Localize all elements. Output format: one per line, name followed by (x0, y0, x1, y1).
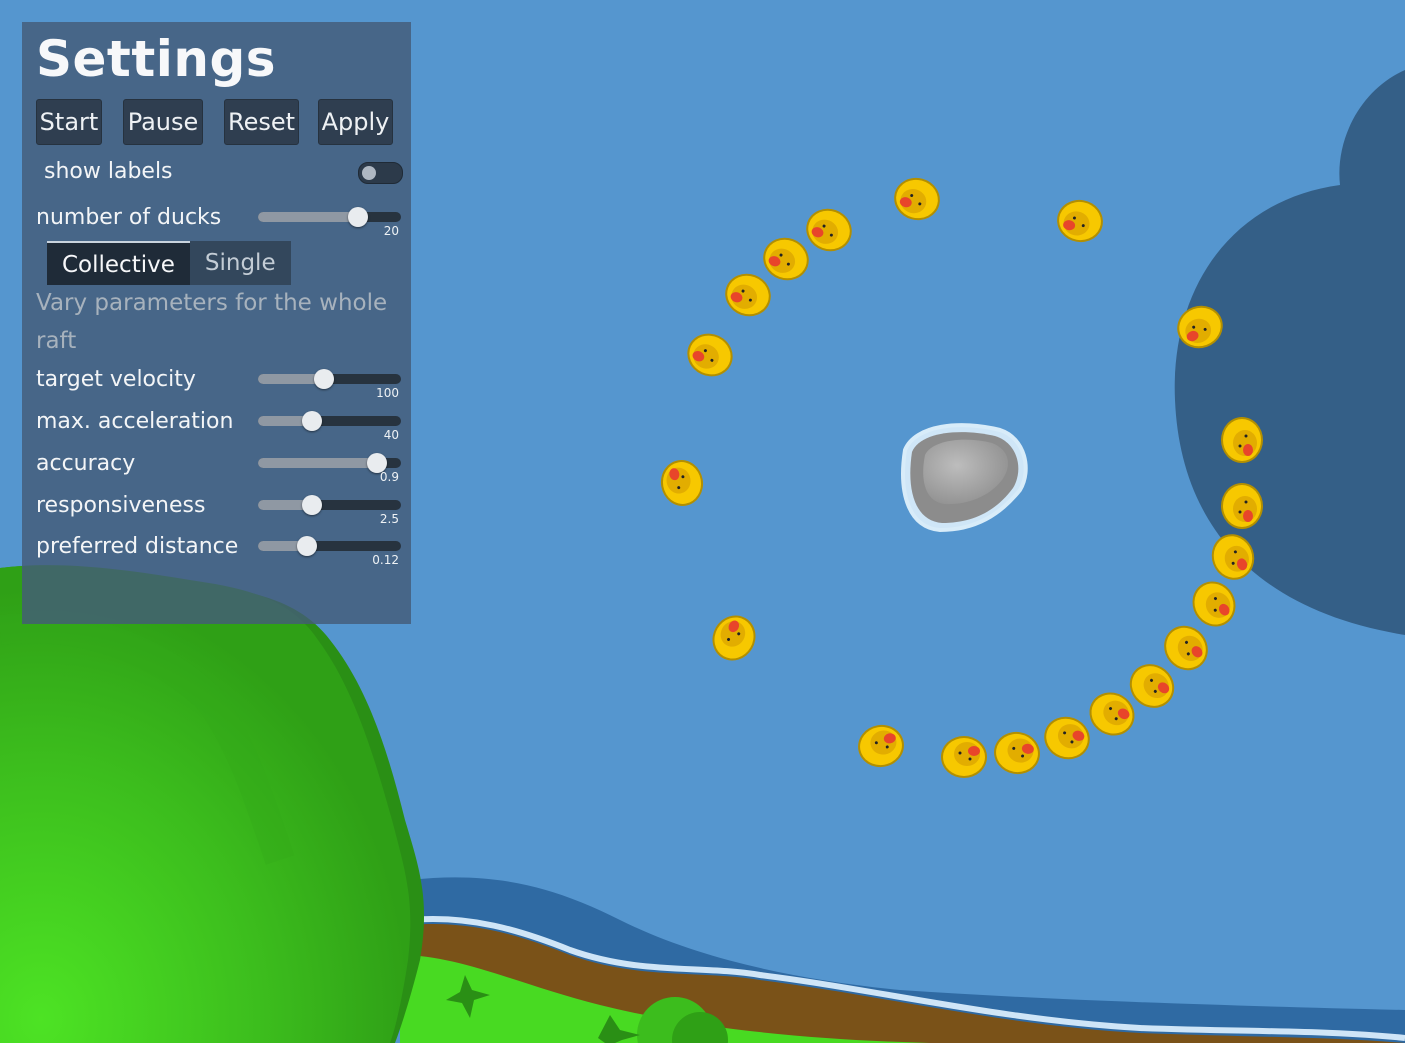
duck (757, 231, 815, 287)
target-velocity-slider[interactable]: 100 (258, 369, 401, 400)
duck (1221, 417, 1263, 463)
duck (680, 326, 740, 384)
mode-tabs: Collective Single (47, 241, 291, 285)
duck (990, 728, 1044, 778)
duck (1038, 710, 1096, 766)
slider-value: 40 (383, 428, 399, 442)
deep-water-shadow (1174, 70, 1405, 635)
panel-title: Settings (36, 30, 277, 88)
slider-thumb[interactable] (302, 411, 322, 431)
mode-description: Vary parameters for the whole raft (36, 290, 388, 354)
slider-thumb[interactable] (348, 207, 368, 227)
max-acceleration-label: max. acceleration (36, 409, 234, 434)
accuracy-slider[interactable]: 0.9 (258, 453, 401, 484)
duck (800, 202, 858, 258)
duck (1184, 573, 1244, 635)
duck (854, 721, 908, 771)
accuracy-label: accuracy (36, 451, 136, 476)
duck (719, 267, 777, 323)
pause-button[interactable]: Pause (123, 99, 203, 145)
number-of-ducks-label: number of ducks (36, 205, 222, 230)
max-acceleration-slider[interactable]: 40 (258, 411, 401, 442)
slider-value: 0.12 (372, 553, 399, 567)
toggle-knob (362, 166, 376, 180)
number-of-ducks-slider[interactable]: 20 (258, 207, 401, 238)
target-velocity-label: target velocity (36, 367, 196, 392)
duck (889, 172, 945, 226)
show-labels-label: show labels (44, 159, 173, 184)
slider-thumb[interactable] (302, 495, 322, 515)
apply-button[interactable]: Apply (318, 99, 393, 145)
slider-value: 2.5 (379, 512, 399, 526)
preferred-distance-label: preferred distance (36, 534, 239, 559)
duck (941, 736, 987, 778)
reset-button[interactable]: Reset (224, 99, 299, 145)
preferred-distance-slider[interactable]: 0.12 (258, 536, 401, 567)
start-button[interactable]: Start (36, 99, 102, 145)
duck (657, 456, 707, 510)
slider-thumb[interactable] (314, 369, 334, 389)
slider-value: 0.9 (379, 470, 399, 484)
slider-value: 100 (376, 386, 399, 400)
responsiveness-label: responsiveness (36, 493, 206, 518)
responsiveness-slider[interactable]: 2.5 (258, 495, 401, 526)
tab-single[interactable]: Single (189, 241, 291, 285)
duck (1221, 483, 1263, 529)
duck (1053, 196, 1107, 246)
tab-collective[interactable]: Collective (47, 241, 190, 285)
slider-value: 20 (383, 224, 399, 238)
settings-panel: Settings Start Pause Reset Apply show la… (22, 22, 411, 624)
show-labels-toggle[interactable] (358, 162, 403, 184)
slider-thumb[interactable] (297, 536, 317, 556)
duck (704, 607, 764, 669)
